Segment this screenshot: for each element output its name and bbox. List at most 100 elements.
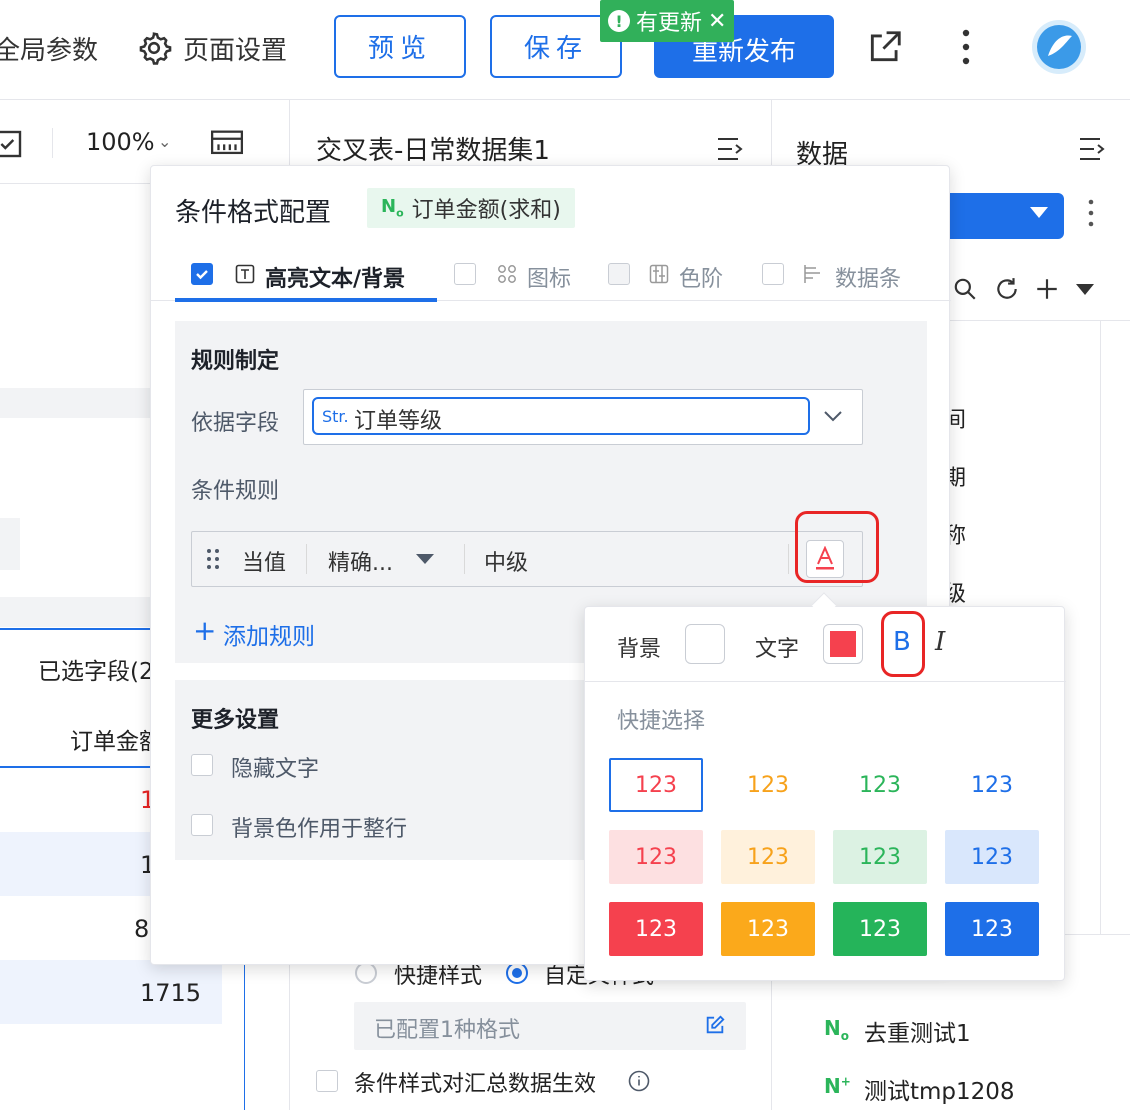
quick-style-swatch[interactable]: 123 xyxy=(721,830,815,884)
measure-field-icon: N+ xyxy=(824,1074,851,1098)
refresh-icon[interactable] xyxy=(994,276,1020,306)
text-color-swatch xyxy=(830,631,856,657)
measure-field-icon: No xyxy=(381,196,404,220)
quick-style-swatch[interactable]: 123 xyxy=(721,758,815,812)
rule-value-input[interactable]: 中级 xyxy=(484,545,528,577)
basis-field-select[interactable]: Str. 订单等级 xyxy=(303,389,863,445)
chevron-down-icon[interactable]: ⌄ xyxy=(158,132,171,151)
top-bar: 全局参数 页面设置 预览 保存 重新发布 ! 有更新 ✕ xyxy=(0,0,1130,100)
field-item[interactable]: 测试tmp1208 xyxy=(864,1072,1015,1106)
close-icon[interactable]: ✕ xyxy=(708,9,726,34)
more-vertical-icon[interactable] xyxy=(1084,198,1098,234)
quick-style-swatch[interactable]: 123 xyxy=(609,758,703,812)
global-params-button[interactable]: 全局参数 xyxy=(0,30,98,67)
caret-down-icon[interactable] xyxy=(416,554,434,564)
quick-style-radio[interactable] xyxy=(355,962,377,984)
quick-style-swatch[interactable]: 123 xyxy=(945,758,1039,812)
basis-field-label: 依据字段 xyxy=(191,411,280,436)
italic-button[interactable]: I xyxy=(935,627,945,657)
alert-icon: ! xyxy=(608,10,630,32)
table-cell: 1715 xyxy=(140,979,202,1007)
full-row-label: 背景色作用于整行 xyxy=(231,817,408,842)
quick-style-swatch[interactable]: 123 xyxy=(833,902,927,956)
menu-collapse-icon[interactable] xyxy=(716,136,744,166)
databar-tab-checkbox[interactable] xyxy=(762,263,784,285)
grid-icon xyxy=(497,264,517,288)
gear-icon xyxy=(136,30,172,70)
plus-icon[interactable]: + xyxy=(193,617,216,645)
colorscale-tab-checkbox[interactable] xyxy=(608,263,630,285)
colorscale-icon xyxy=(649,264,669,288)
measure-field-icon: No xyxy=(824,1016,849,1043)
tab-highlight[interactable]: 高亮文本/背景 xyxy=(265,261,405,293)
selected-fields-label: 已选字段(2 xyxy=(38,659,154,685)
quick-style-swatch[interactable]: 123 xyxy=(609,902,703,956)
preview-button[interactable]: 预览 xyxy=(334,15,466,78)
swatch-grid: 123 123 123 123 123 123 123 123 123 123 123 123 xyxy=(609,758,1049,958)
more-vertical-icon[interactable] xyxy=(955,28,977,72)
panel-title: 交叉表-日常数据集1 xyxy=(316,136,550,166)
quick-style-swatch[interactable]: 123 xyxy=(945,902,1039,956)
quick-select-label: 快捷选择 xyxy=(617,709,706,734)
text-color-label: 文字 xyxy=(755,637,800,662)
tab-databar[interactable]: 数据条 xyxy=(835,261,901,293)
quick-style-swatch[interactable]: 123 xyxy=(833,758,927,812)
rule-operator-select[interactable]: 精确... xyxy=(328,545,393,577)
update-badge-label: 有更新 xyxy=(636,11,703,36)
hide-text-label: 隐藏文字 xyxy=(231,757,320,782)
search-icon[interactable] xyxy=(952,276,978,306)
field-tag-label: 订单金额(求和) xyxy=(411,198,561,223)
caret-down-icon xyxy=(1030,207,1048,218)
page-settings-button[interactable]: 页面设置 xyxy=(183,30,287,67)
apply-summary-label: 条件样式对汇总数据生效 xyxy=(354,1072,597,1097)
highlight-ring xyxy=(795,511,879,583)
tab-indicator xyxy=(175,298,437,302)
background-color-picker[interactable] xyxy=(685,624,725,664)
background-label: 背景 xyxy=(617,637,662,662)
configured-box[interactable]: 已配置1种格式 xyxy=(354,1002,746,1050)
text-color-picker[interactable] xyxy=(823,624,863,664)
menu-collapse-icon[interactable] xyxy=(1078,136,1106,166)
tab-colorscale[interactable]: 色阶 xyxy=(679,261,723,293)
basis-field-value: 订单等级 xyxy=(354,409,443,434)
databar-icon xyxy=(803,264,823,288)
drag-handle-icon[interactable] xyxy=(206,548,220,574)
highlight-tab-checkbox[interactable] xyxy=(191,263,213,285)
quick-style-swatch[interactable]: 123 xyxy=(833,830,927,884)
dataset-select[interactable] xyxy=(950,193,1064,239)
dialog-title: 条件格式配置 xyxy=(175,198,332,228)
configured-label: 已配置1种格式 xyxy=(374,1018,520,1043)
full-row-checkbox[interactable] xyxy=(191,814,213,836)
keyboard-icon[interactable] xyxy=(210,128,244,162)
rule-section-title: 规则制定 xyxy=(191,349,280,374)
plus-icon[interactable] xyxy=(1034,276,1060,306)
condition-rule-row: 当值 精确... 中级 xyxy=(191,531,863,587)
quick-style-swatch[interactable]: 123 xyxy=(721,902,815,956)
tab-icon[interactable]: 图标 xyxy=(527,261,571,293)
hide-text-checkbox[interactable] xyxy=(191,754,213,776)
field-item[interactable]: 去重测试1 xyxy=(864,1014,971,1048)
basis-field-chip[interactable]: Str. 订单等级 xyxy=(312,397,810,435)
text-icon xyxy=(235,264,255,288)
highlight-ring xyxy=(881,611,925,677)
icon-tab-checkbox[interactable] xyxy=(454,263,476,285)
custom-style-radio[interactable] xyxy=(506,962,528,984)
zoom-level[interactable]: 100% xyxy=(86,128,155,156)
string-type-icon: Str. xyxy=(322,407,349,426)
avatar[interactable] xyxy=(1030,18,1088,80)
rule-target: 当值 xyxy=(242,551,287,576)
external-link-icon[interactable] xyxy=(866,28,904,70)
info-icon[interactable] xyxy=(628,1070,650,1096)
apply-summary-checkbox[interactable] xyxy=(316,1070,338,1092)
add-rule-button[interactable]: 添加规则 xyxy=(223,617,315,651)
caret-down-icon[interactable] xyxy=(1076,284,1094,295)
quick-style-swatch[interactable]: 123 xyxy=(609,830,703,884)
fit-icon[interactable] xyxy=(0,128,24,164)
field-tag: No 订单金额(求和) xyxy=(367,188,575,228)
quick-style-swatch[interactable]: 123 xyxy=(945,830,1039,884)
condition-rule-label: 条件规则 xyxy=(191,479,280,504)
update-badge[interactable]: ! 有更新 ✕ xyxy=(600,0,735,42)
text-style-popover: 背景 文字 B I 快捷选择 123 123 123 123 123 123 123 123 1… xyxy=(584,606,1066,981)
chevron-down-icon[interactable] xyxy=(822,404,844,430)
edit-icon[interactable] xyxy=(704,1014,726,1040)
